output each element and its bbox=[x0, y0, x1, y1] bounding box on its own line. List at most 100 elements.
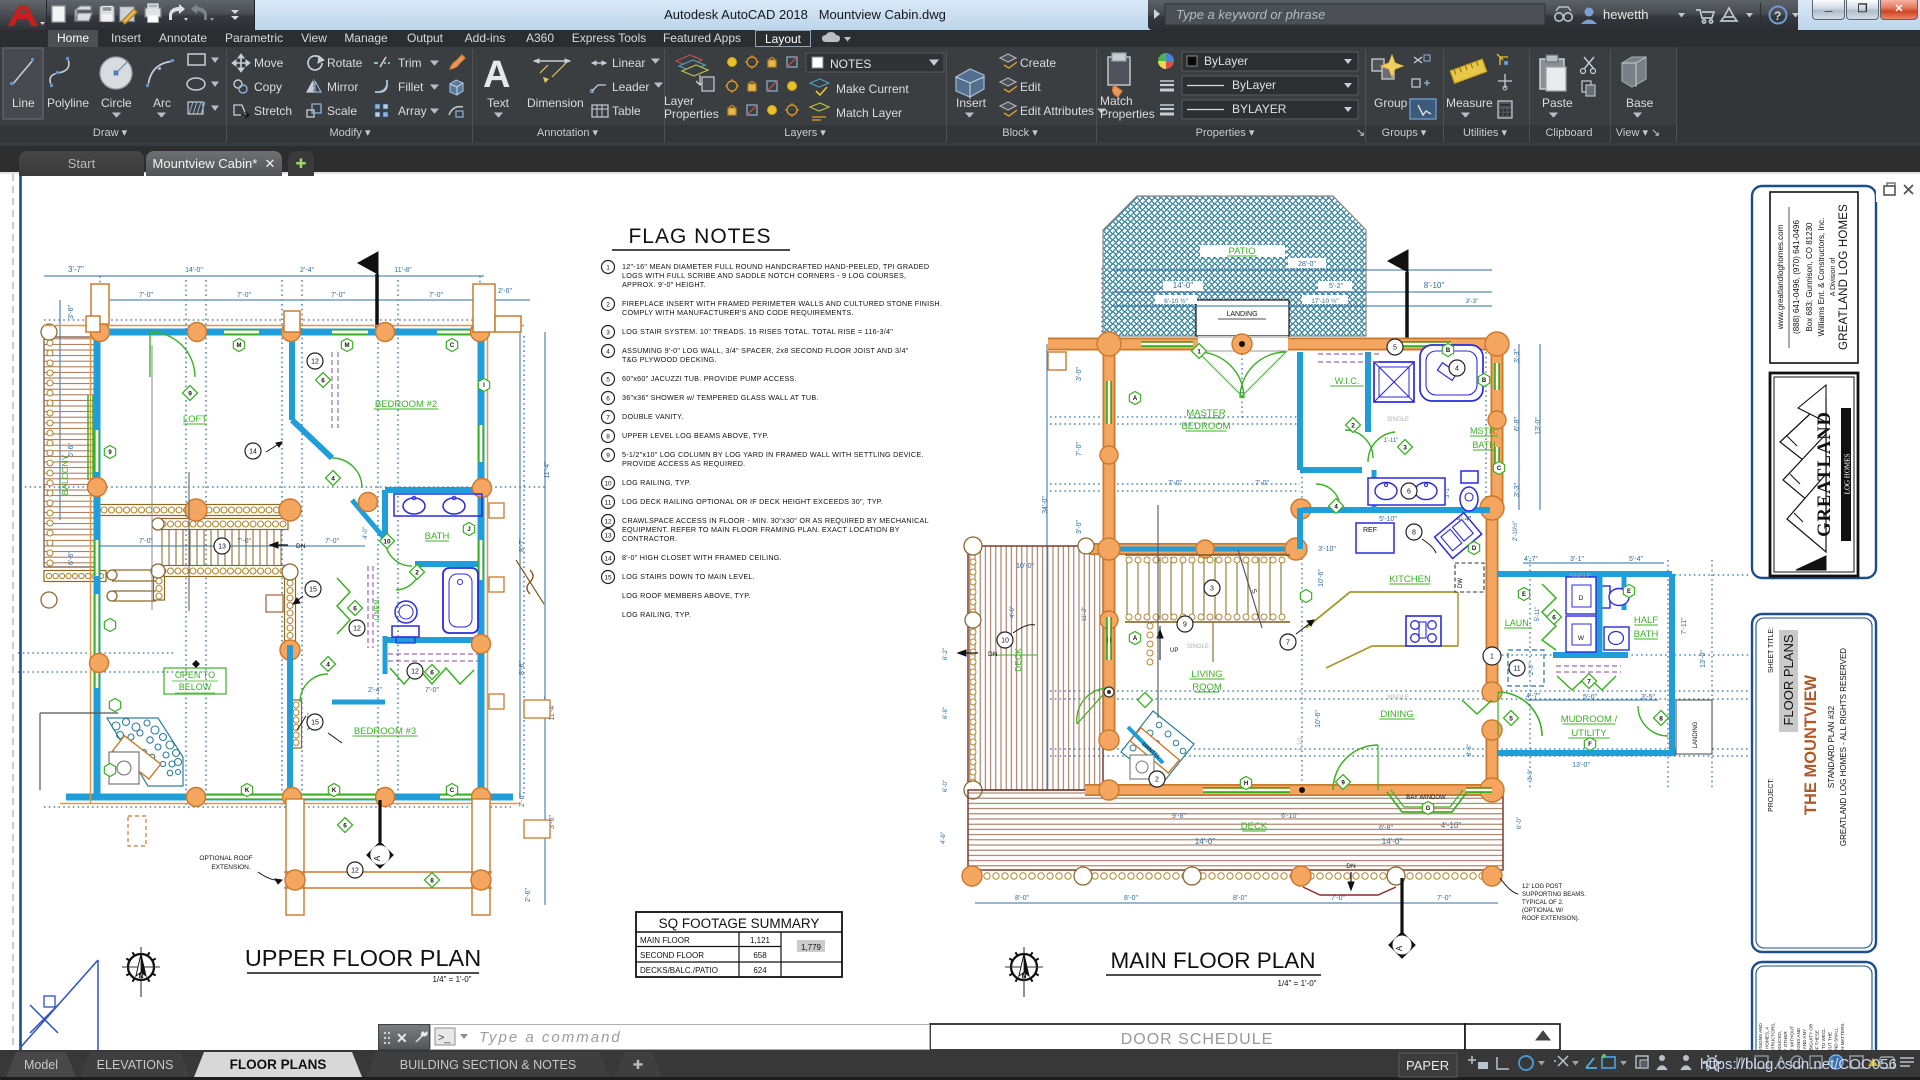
svg-text:DECK: DECK bbox=[1013, 648, 1023, 672]
svg-text:624: 624 bbox=[753, 966, 767, 975]
svg-text:GREATLAND LOG HOMES - ALL RIGH: GREATLAND LOG HOMES - ALL RIGHTS RESERVE… bbox=[1839, 648, 1848, 846]
svg-text:C: C bbox=[450, 343, 455, 349]
svg-text:KITCHEN: KITCHEN bbox=[1389, 574, 1431, 585]
svg-text:S: S bbox=[1249, 588, 1257, 595]
svg-text:14: 14 bbox=[249, 449, 257, 456]
svg-text:BATH: BATH bbox=[1472, 440, 1495, 450]
svg-text:K: K bbox=[332, 788, 337, 794]
svg-text:12: 12 bbox=[604, 519, 612, 526]
svg-text:LANDING: LANDING bbox=[1226, 311, 1257, 318]
svg-text:4'-0": 4'-0" bbox=[363, 527, 369, 539]
svg-text:7'-0": 7'-0" bbox=[1168, 480, 1182, 487]
svg-text:Type a command: Type a command bbox=[479, 1029, 622, 1046]
svg-text:28'-0": 28'-0" bbox=[1298, 261, 1316, 268]
svg-text:LOG DECK RAILING OPTIONAL OR I: LOG DECK RAILING OPTIONAL OR IF DECK HEI… bbox=[622, 497, 883, 506]
svg-text:Rotate: Rotate bbox=[327, 56, 363, 70]
svg-text:7: 7 bbox=[606, 415, 610, 422]
svg-text:2'-6": 2'-6" bbox=[498, 288, 512, 295]
svg-text:7'-0": 7'-0" bbox=[425, 687, 439, 694]
svg-text:5: 5 bbox=[606, 377, 610, 384]
svg-text:9: 9 bbox=[188, 390, 192, 397]
svg-text:Properties: Properties bbox=[1100, 107, 1155, 121]
svg-text:5'-11": 5'-11" bbox=[1535, 607, 1541, 622]
svg-text:FIREPLACE INSERT WITH FRAMED P: FIREPLACE INSERT WITH FRAMED PERIMETER W… bbox=[622, 299, 942, 308]
svg-text:Leader: Leader bbox=[612, 80, 649, 94]
svg-text:8'-0": 8'-0" bbox=[1124, 895, 1138, 902]
svg-text:8'-0": 8'-0" bbox=[1015, 895, 1029, 902]
svg-text:ROOF EXTENSION).: ROOF EXTENSION). bbox=[1522, 916, 1580, 922]
svg-text:APPROX. 9'-0" HEIGHT.: APPROX. 9'-0" HEIGHT. bbox=[622, 280, 706, 289]
svg-text:3'-0": 3'-0" bbox=[1528, 769, 1534, 781]
svg-text:✚: ✚ bbox=[633, 1058, 644, 1072]
svg-text:EQUIPMENT. REFER TO MAIN FLOOR: EQUIPMENT. REFER TO MAIN FLOOR FRAMING P… bbox=[622, 525, 900, 534]
svg-text:12: 12 bbox=[353, 626, 361, 633]
svg-text:ELEVATIONS: ELEVATIONS bbox=[97, 1058, 174, 1072]
svg-text:2'-10½": 2'-10½" bbox=[1512, 521, 1519, 541]
svg-text:5-1/2"x10" LOG COLUMN BY LOG Y: 5-1/2"x10" LOG COLUMN BY LOG YARD IN FRA… bbox=[622, 450, 924, 459]
svg-text:2: 2 bbox=[1351, 422, 1355, 429]
svg-text:4: 4 bbox=[326, 661, 330, 668]
svg-text:3: 3 bbox=[1210, 586, 1214, 593]
svg-text:8'-0" HIGH CLOSET WITH FRAMED: 8'-0" HIGH CLOSET WITH FRAMED CEILING. bbox=[622, 553, 782, 562]
svg-text:7'-0": 7'-0" bbox=[1437, 895, 1451, 902]
svg-text:Edit Attributes: Edit Attributes bbox=[1020, 104, 1094, 118]
svg-text:10: 10 bbox=[1001, 638, 1009, 645]
svg-text:1-1/2: 1-1/2 bbox=[1298, 737, 1304, 751]
svg-text:7'-0": 7'-0" bbox=[1076, 442, 1083, 456]
svg-text:6'-10 ½": 6'-10 ½" bbox=[1164, 297, 1188, 305]
svg-text:A: A bbox=[1133, 636, 1138, 642]
svg-text:4'-6": 4'-6" bbox=[941, 832, 947, 844]
svg-text:DN: DN bbox=[988, 651, 998, 658]
svg-text:9: 9 bbox=[1183, 622, 1187, 629]
svg-text:Model: Model bbox=[24, 1058, 58, 1072]
svg-text:SINGLE: SINGLE bbox=[1387, 695, 1409, 701]
svg-text:BEDROOM #2: BEDROOM #2 bbox=[375, 399, 437, 410]
svg-text:36"x36" SHOWER w/ TEMPERED GLA: 36"x36" SHOWER w/ TEMPERED GLASS WALL AT… bbox=[622, 393, 819, 402]
svg-text:BAY WINDOW: BAY WINDOW bbox=[1406, 795, 1446, 801]
svg-text:2'-4": 2'-4" bbox=[368, 687, 382, 694]
svg-text:15: 15 bbox=[309, 587, 317, 594]
svg-text:NOTES: NOTES bbox=[830, 57, 871, 71]
svg-text:11'-8": 11'-8" bbox=[394, 267, 412, 274]
svg-text:Move: Move bbox=[254, 56, 284, 70]
svg-text:Type a keyword or phrase: Type a keyword or phrase bbox=[1176, 7, 1325, 22]
svg-text:FLOOR PLANS: FLOOR PLANS bbox=[1781, 634, 1796, 725]
svg-text:DECKS/BALC./PATIO: DECKS/BALC./PATIO bbox=[640, 966, 718, 975]
svg-text:(888) 641-0496, (970) 641-0496: (888) 641-0496, (970) 641-0496 bbox=[1792, 220, 1801, 334]
svg-text:1: 1 bbox=[1197, 348, 1201, 355]
svg-text:4: 4 bbox=[1455, 366, 1459, 373]
svg-text:MAIN FLOOR: MAIN FLOOR bbox=[640, 936, 690, 945]
svg-text:www.greatlandloghomes.com: www.greatlandloghomes.com bbox=[1776, 224, 1785, 330]
svg-text:34'-0": 34'-0" bbox=[1042, 496, 1049, 514]
svg-text:10'-6": 10'-6" bbox=[1315, 710, 1322, 728]
svg-text:2'-0": 2'-0" bbox=[1529, 663, 1535, 675]
svg-text:?: ? bbox=[1774, 9, 1781, 23]
svg-text:UP: UP bbox=[1170, 648, 1178, 654]
svg-text:THE MOUNTVIEW: THE MOUNTVIEW bbox=[1802, 674, 1820, 815]
svg-text:8: 8 bbox=[1659, 715, 1663, 722]
svg-text:Paste: Paste bbox=[1542, 96, 1573, 110]
svg-text:4'-4": 4'-4" bbox=[1457, 516, 1471, 523]
svg-text:7'-0": 7'-0" bbox=[139, 538, 153, 545]
svg-text:658: 658 bbox=[753, 951, 767, 960]
svg-text:LANDING: LANDING bbox=[1693, 721, 1699, 748]
svg-text:Box 683; Gunnison, CO 81230: Box 683; Gunnison, CO 81230 bbox=[1805, 222, 1814, 332]
svg-text:11'-4": 11'-4" bbox=[544, 461, 551, 479]
svg-text:Williams Ent. & Constructors,: Williams Ent. & Constructors, Inc. bbox=[1817, 218, 1826, 337]
svg-text:BEDROOM #3: BEDROOM #3 bbox=[354, 726, 416, 737]
svg-text:3'-5": 3'-5" bbox=[1641, 694, 1655, 701]
svg-text:TYPICAL OF 2.: TYPICAL OF 2. bbox=[1522, 900, 1564, 906]
svg-text:1: 1 bbox=[606, 265, 610, 272]
svg-text:3'-1": 3'-1" bbox=[1570, 556, 1584, 563]
svg-text:Dimension: Dimension bbox=[527, 96, 584, 110]
svg-text:W.I.C.: W.I.C. bbox=[1335, 376, 1360, 386]
svg-text:D: D bbox=[1472, 546, 1477, 552]
svg-text:Properties: Properties bbox=[664, 107, 719, 121]
svg-text:EXTENSION.: EXTENSION. bbox=[211, 864, 251, 871]
svg-text:Fillet: Fillet bbox=[398, 80, 424, 94]
svg-text:UPPER LEVEL LOG BEAMS ABOVE, T: UPPER LEVEL LOG BEAMS ABOVE, TYP. bbox=[622, 431, 769, 440]
svg-text:LINEN: LINEN bbox=[374, 600, 381, 621]
svg-text:LAUN.: LAUN. bbox=[1505, 618, 1532, 628]
svg-text:E: E bbox=[1627, 589, 1631, 595]
svg-text:13: 13 bbox=[604, 533, 612, 540]
